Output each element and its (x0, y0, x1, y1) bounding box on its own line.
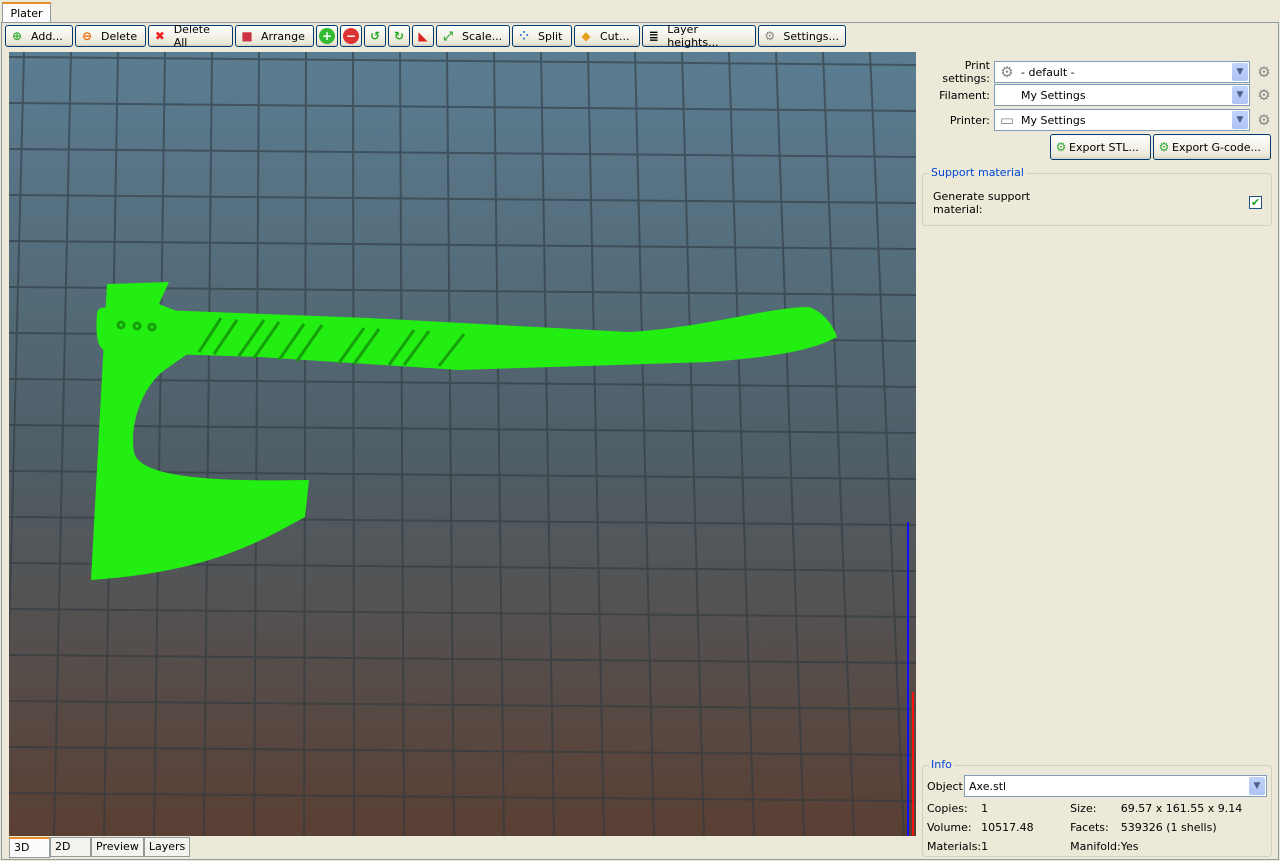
printer-gear-icon[interactable]: ⚙ (1256, 112, 1272, 128)
materials-label: Materials: (927, 840, 982, 853)
filament-select[interactable]: My Settings ▼ (994, 84, 1250, 106)
printer-value: My Settings (1021, 113, 1086, 127)
split-label: Split (538, 29, 563, 43)
chevron-down-icon[interactable]: ▼ (1232, 111, 1248, 129)
delete-label: Delete (101, 29, 138, 43)
support-material-group: Support material Generate support materi… (922, 166, 1272, 226)
export-icon: ⚙ (1055, 140, 1067, 154)
printer-icon: ▭ (999, 111, 1015, 129)
minus-icon: − (343, 28, 359, 44)
copies-label: Copies: (927, 802, 968, 815)
delete-button[interactable]: ⊖ Delete (75, 25, 146, 47)
split-icon: ⁘ (518, 29, 530, 43)
manifold-value: Yes (1120, 840, 1139, 853)
tab-plater[interactable]: Plater (2, 2, 51, 23)
filament-row: Filament: My Settings ▼ ⚙ (920, 84, 1275, 106)
support-material-title: Support material (929, 166, 1026, 179)
gear-icon: ⚙ (764, 29, 776, 43)
gear-icon: ⚙ (1000, 63, 1014, 81)
toolbar: ⊕ Add... ⊖ Delete ✖ Delete All ■ Arrange + −… (5, 23, 846, 49)
facets-value: 539326 (1 shells) (1120, 821, 1217, 834)
print-settings-row: Print settings: ⚙ - default - ▼ ⚙ (920, 59, 1275, 85)
print-settings-select[interactable]: ⚙ - default - ▼ (994, 61, 1250, 83)
rotate-cw-icon: ↻ (393, 29, 405, 43)
cut-label: Cut... (600, 29, 630, 43)
settings-label: Settings... (783, 29, 839, 43)
split-button[interactable]: ⁘ Split (512, 25, 572, 47)
size-value: 69.57 x 161.55 x 9.14 (1120, 802, 1243, 815)
tab-3d[interactable]: 3D (9, 837, 50, 858)
export-gcode-button[interactable]: ⚙ Export G-code... (1153, 134, 1271, 160)
rotate-axis-icon: ◣ (418, 29, 428, 43)
arrange-icon: ■ (241, 29, 253, 43)
rotate-ccw-icon: ↺ (369, 29, 381, 43)
scale-label: Scale... (462, 29, 503, 43)
3d-scene (9, 52, 916, 836)
decrease-copies-button[interactable]: − (340, 25, 362, 47)
export-stl-button[interactable]: ⚙ Export STL... (1050, 134, 1151, 160)
print-settings-label: Print settings: (942, 59, 990, 85)
delete-all-button[interactable]: ✖ Delete All (148, 23, 233, 49)
settings-button[interactable]: ⚙ Settings... (758, 25, 846, 47)
scale-button[interactable]: ⤢ Scale... (436, 25, 510, 47)
filament-gear-icon[interactable]: ⚙ (1256, 87, 1272, 103)
export-gcode-label: Export G-code... (1172, 140, 1262, 154)
copies-value: 1 (981, 802, 989, 815)
increase-copies-button[interactable]: + (316, 25, 338, 47)
delete-object-icon: ⊖ (81, 29, 93, 43)
tab-2d[interactable]: 2D (50, 837, 91, 857)
info-group: Info Object: Axe.stl ▼ Copies: 1 Size: 69.57… (922, 758, 1272, 857)
generate-support-label: Generate support material: (933, 190, 1031, 216)
scale-icon: ⤢ (443, 28, 453, 43)
rotate-axis-button[interactable]: ◣ (412, 25, 434, 47)
plus-icon: + (319, 28, 335, 44)
chevron-down-icon[interactable]: ▼ (1232, 63, 1248, 81)
add-button[interactable]: ⊕ Add... (5, 25, 73, 47)
export-icon: ⚙ (1158, 140, 1170, 154)
add-icon: ⊕ (11, 29, 23, 43)
facets-label: Facets: (1070, 821, 1109, 834)
tab-preview[interactable]: Preview (91, 837, 144, 857)
layer-heights-label: Layer heights... (667, 23, 719, 49)
printer-row: Printer: ▭ My Settings ▼ ⚙ (920, 109, 1275, 131)
cube-icon: ◆ (581, 29, 591, 43)
add-label: Add... (31, 29, 63, 43)
chevron-down-icon[interactable]: ▼ (1249, 777, 1265, 795)
info-title: Info (929, 758, 954, 771)
rotate-right-button[interactable]: ↻ (388, 25, 410, 47)
arrange-label: Arrange (261, 29, 305, 43)
tab-layers[interactable]: Layers (143, 837, 191, 857)
arrange-button[interactable]: ■ Arrange (235, 25, 314, 47)
filament-label: Filament: (939, 88, 990, 102)
object-value: Axe.stl (969, 779, 1007, 793)
layer-heights-button[interactable]: ≣ Layer heights... (642, 23, 756, 49)
printer-select[interactable]: ▭ My Settings ▼ (994, 109, 1250, 131)
info-table: Copies: 1 Size: 69.57 x 161.55 x 9.14 Volum… (927, 799, 1242, 856)
object-select[interactable]: Axe.stl ▼ (964, 775, 1267, 797)
materials-value: 1 (981, 840, 989, 853)
layers-icon: ≣ (648, 29, 659, 43)
object-label: Object: (927, 780, 967, 793)
view-tabs: 3D 2D Preview Layers (9, 837, 191, 858)
cut-button[interactable]: ◆ Cut... (574, 25, 640, 47)
export-stl-label: Export STL... (1069, 140, 1139, 154)
generate-support-checkbox[interactable]: ✔ (1249, 196, 1262, 209)
print-settings-gear-icon[interactable]: ⚙ (1256, 64, 1272, 80)
volume-value: 10517.48 (981, 821, 1034, 834)
delete-all-label: Delete All (173, 23, 210, 49)
volume-label: Volume: (927, 821, 972, 834)
chevron-down-icon[interactable]: ▼ (1232, 86, 1248, 104)
3d-viewport[interactable] (9, 52, 916, 836)
rotate-left-button[interactable]: ↺ (364, 25, 386, 47)
size-label: Size: (1070, 802, 1097, 815)
printer-label: Printer: (949, 113, 990, 127)
manifold-label: Manifold: (1070, 840, 1121, 853)
print-settings-value: - default - (1021, 65, 1075, 79)
x-icon: ✖ (154, 29, 165, 43)
filament-value: My Settings (1021, 88, 1086, 102)
bed-grid (9, 52, 916, 836)
